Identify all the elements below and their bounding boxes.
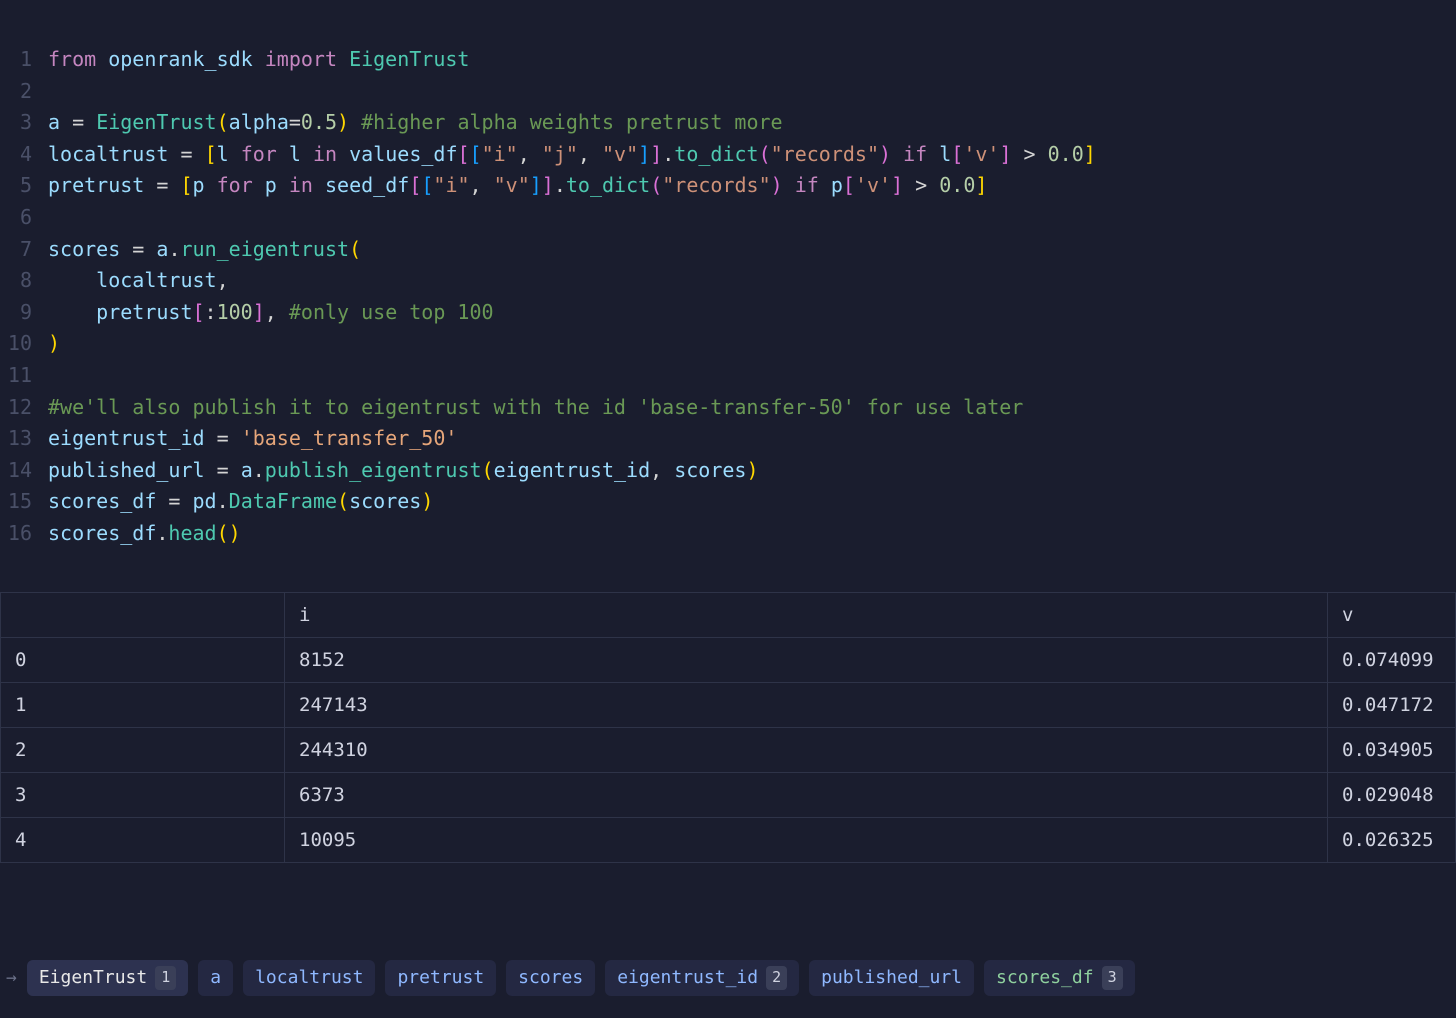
variable-pill-scores_df[interactable]: scores_df 3 <box>984 960 1135 996</box>
cell-v: 0.034905 <box>1328 727 1456 772</box>
code-line[interactable]: 6 <box>0 202 1456 234</box>
variable-name: eigentrust_id <box>617 964 758 992</box>
code-content[interactable]: localtrust = [l for l in values_df[["i",… <box>48 139 1456 171</box>
code-line[interactable]: 2 <box>0 76 1456 108</box>
table-row: 081520.074099 <box>1 637 1456 682</box>
line-number: 3 <box>0 107 48 139</box>
code-line[interactable]: 12#we'll also publish it to eigentrust w… <box>0 392 1456 424</box>
code-line[interactable]: 8 localtrust, <box>0 265 1456 297</box>
code-line[interactable]: 9 pretrust[:100], #only use top 100 <box>0 297 1456 329</box>
code-line[interactable]: 10) <box>0 328 1456 360</box>
line-number: 5 <box>0 170 48 202</box>
cell-v: 0.029048 <box>1328 772 1456 817</box>
variable-name: localtrust <box>255 964 363 992</box>
output-dataframe: i v 081520.07409912471430.04717222443100… <box>0 592 1456 863</box>
variable-name: published_url <box>821 964 962 992</box>
code-line[interactable]: 13eigentrust_id = 'base_transfer_50' <box>0 423 1456 455</box>
code-content[interactable]: a = EigenTrust(alpha=0.5) #higher alpha … <box>48 107 1456 139</box>
cell-index: 3 <box>1 772 285 817</box>
variable-pill-pretrust[interactable]: pretrust <box>385 960 496 996</box>
variable-count-badge: 1 <box>155 966 176 990</box>
table-row: 4100950.026325 <box>1 817 1456 862</box>
line-number: 11 <box>0 360 48 392</box>
line-number: 16 <box>0 518 48 550</box>
line-number: 9 <box>0 297 48 329</box>
code-content[interactable]: scores_df = pd.DataFrame(scores) <box>48 486 1456 518</box>
variable-pill-EigenTrust[interactable]: EigenTrust 1 <box>27 960 188 996</box>
line-number: 10 <box>0 328 48 360</box>
cell-i: 8152 <box>285 637 1328 682</box>
code-content[interactable]: ) <box>48 328 1456 360</box>
variable-pill-scores[interactable]: scores <box>506 960 595 996</box>
code-line[interactable]: 7scores = a.run_eigentrust( <box>0 234 1456 266</box>
cell-index: 0 <box>1 637 285 682</box>
table-row: 363730.029048 <box>1 772 1456 817</box>
line-number: 8 <box>0 265 48 297</box>
variable-pill-localtrust[interactable]: localtrust <box>243 960 375 996</box>
line-number: 14 <box>0 455 48 487</box>
code-line[interactable]: 11 <box>0 360 1456 392</box>
code-content[interactable]: scores_df.head() <box>48 518 1456 550</box>
code-content[interactable]: pretrust[:100], #only use top 100 <box>48 297 1456 329</box>
code-content[interactable]: localtrust, <box>48 265 1456 297</box>
code-content[interactable]: #we'll also publish it to eigentrust wit… <box>48 392 1456 424</box>
code-content[interactable]: published_url = a.publish_eigentrust(eig… <box>48 455 1456 487</box>
header-index <box>1 592 285 637</box>
variable-name: pretrust <box>397 964 484 992</box>
line-number: 13 <box>0 423 48 455</box>
variable-count-badge: 3 <box>1102 966 1123 990</box>
header-v: v <box>1328 592 1456 637</box>
code-line[interactable]: 14published_url = a.publish_eigentrust(e… <box>0 455 1456 487</box>
code-content[interactable]: pretrust = [p for p in seed_df[["i", "v"… <box>48 170 1456 202</box>
code-line[interactable]: 1from openrank_sdk import EigenTrust <box>0 44 1456 76</box>
variable-name: scores <box>518 964 583 992</box>
cell-i: 10095 <box>285 817 1328 862</box>
cell-v: 0.047172 <box>1328 682 1456 727</box>
line-number: 7 <box>0 234 48 266</box>
line-number: 15 <box>0 486 48 518</box>
variable-inspector-bar: → EigenTrust 1 a localtrust pretrust scores ei… <box>0 960 1456 996</box>
code-content[interactable]: eigentrust_id = 'base_transfer_50' <box>48 423 1456 455</box>
code-content[interactable]: scores = a.run_eigentrust( <box>48 234 1456 266</box>
cell-index: 2 <box>1 727 285 772</box>
header-i: i <box>285 592 1328 637</box>
line-number: 4 <box>0 139 48 171</box>
code-content[interactable]: from openrank_sdk import EigenTrust <box>48 44 1456 76</box>
cell-index: 1 <box>1 682 285 727</box>
variable-name: EigenTrust <box>39 964 147 992</box>
table-row: 12471430.047172 <box>1 682 1456 727</box>
variable-pill-published_url[interactable]: published_url <box>809 960 974 996</box>
table-row: 22443100.034905 <box>1 727 1456 772</box>
table-header-row: i v <box>1 592 1456 637</box>
cell-index: 4 <box>1 817 285 862</box>
line-number: 6 <box>0 202 48 234</box>
line-number: 12 <box>0 392 48 424</box>
code-line[interactable]: 3a = EigenTrust(alpha=0.5) #higher alpha… <box>0 107 1456 139</box>
code-line[interactable]: 4localtrust = [l for l in values_df[["i"… <box>0 139 1456 171</box>
variable-count-badge: 2 <box>766 966 787 990</box>
cell-i: 247143 <box>285 682 1328 727</box>
cell-i: 6373 <box>285 772 1328 817</box>
code-line[interactable]: 5pretrust = [p for p in seed_df[["i", "v… <box>0 170 1456 202</box>
cell-v: 0.074099 <box>1328 637 1456 682</box>
variable-pill-a[interactable]: a <box>198 960 233 996</box>
cell-v: 0.026325 <box>1328 817 1456 862</box>
cell-i: 244310 <box>285 727 1328 772</box>
variable-name: a <box>210 964 221 992</box>
code-editor[interactable]: 1from openrank_sdk import EigenTrust23a … <box>0 0 1456 550</box>
variable-pill-eigentrust_id[interactable]: eigentrust_id 2 <box>605 960 799 996</box>
code-line[interactable]: 15scores_df = pd.DataFrame(scores) <box>0 486 1456 518</box>
code-line[interactable]: 16scores_df.head() <box>0 518 1456 550</box>
line-number: 1 <box>0 44 48 76</box>
line-number: 2 <box>0 76 48 108</box>
variable-name: scores_df <box>996 964 1094 992</box>
arrow-right-icon: → <box>6 964 17 992</box>
